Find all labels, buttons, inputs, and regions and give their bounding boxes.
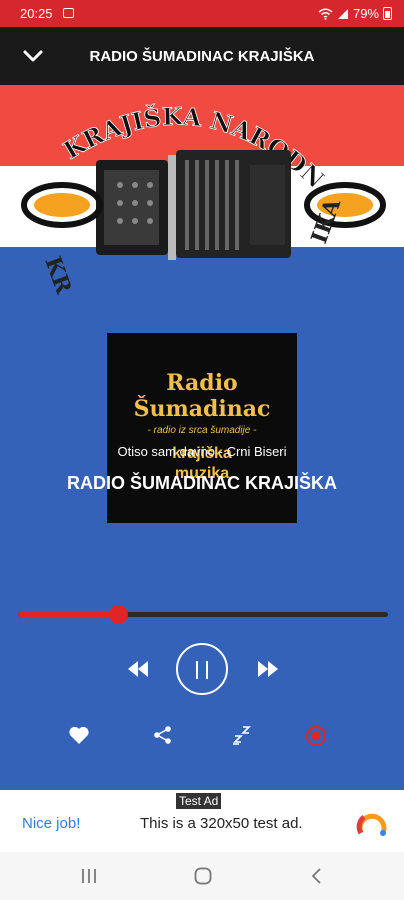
- recents-icon[interactable]: [80, 868, 98, 884]
- back-icon[interactable]: [310, 867, 324, 885]
- accordion-image: [96, 150, 291, 260]
- ad-logo-icon: [356, 813, 387, 836]
- status-time: 20:25: [20, 6, 53, 21]
- home-icon[interactable]: [194, 867, 212, 885]
- fast-forward-icon[interactable]: [256, 657, 280, 681]
- heart-icon[interactable]: [68, 725, 90, 745]
- ad-banner[interactable]: Test Ad Nice job! This is a 320x50 test …: [0, 790, 404, 852]
- share-icon[interactable]: [153, 725, 173, 745]
- app-bar: RADIO ŠUMADINAC KRAJIŠKA: [0, 27, 404, 85]
- page-title: RADIO ŠUMADINAC KRAJIŠKA: [89, 48, 315, 65]
- system-nav-bar: [0, 852, 404, 900]
- ad-label: Test Ad: [176, 793, 222, 809]
- progress-thumb[interactable]: [108, 605, 128, 624]
- song-title: Otiso sam davno - Crni Biseri: [117, 444, 287, 459]
- progress-fill: [18, 612, 118, 617]
- station-name: RADIO ŠUMADINAC KRAJIŠKA: [66, 473, 337, 493]
- svg-text:KR: KR: [39, 253, 76, 298]
- rewind-icon[interactable]: [126, 657, 150, 681]
- cover-line-name: Šumadinac: [133, 396, 271, 422]
- cover-line-slogan: - radio iz srca šumadije -: [147, 425, 257, 436]
- ad-text: This is a 320x50 test ad.: [140, 815, 303, 832]
- station-cover-art: Radio Šumadinac - radio iz srca šumadije…: [107, 333, 297, 523]
- wifi-icon: [318, 8, 333, 20]
- image-icon: [63, 8, 74, 18]
- svg-text:IKA: IKA: [306, 194, 346, 247]
- sleep-timer-icon[interactable]: [230, 724, 254, 748]
- pause-icon-bar: [206, 661, 208, 679]
- banner-artwork: KRAJIŠKA NARODNA MUZIKA: [0, 85, 386, 298]
- progress-slider[interactable]: [18, 605, 388, 624]
- record-icon[interactable]: [304, 724, 328, 748]
- pause-button[interactable]: [176, 643, 228, 695]
- status-right: 79%: [318, 6, 392, 21]
- status-bar: 20:25 79%: [0, 0, 404, 27]
- battery-icon: [383, 7, 392, 20]
- signal-icon: [337, 8, 348, 19]
- left-ring-graphic: [21, 182, 103, 228]
- ad-cta[interactable]: Nice job!: [22, 815, 80, 832]
- pause-icon: [196, 661, 198, 679]
- cover-line-radio: Radio: [166, 370, 238, 396]
- battery-percent: 79%: [352, 6, 379, 21]
